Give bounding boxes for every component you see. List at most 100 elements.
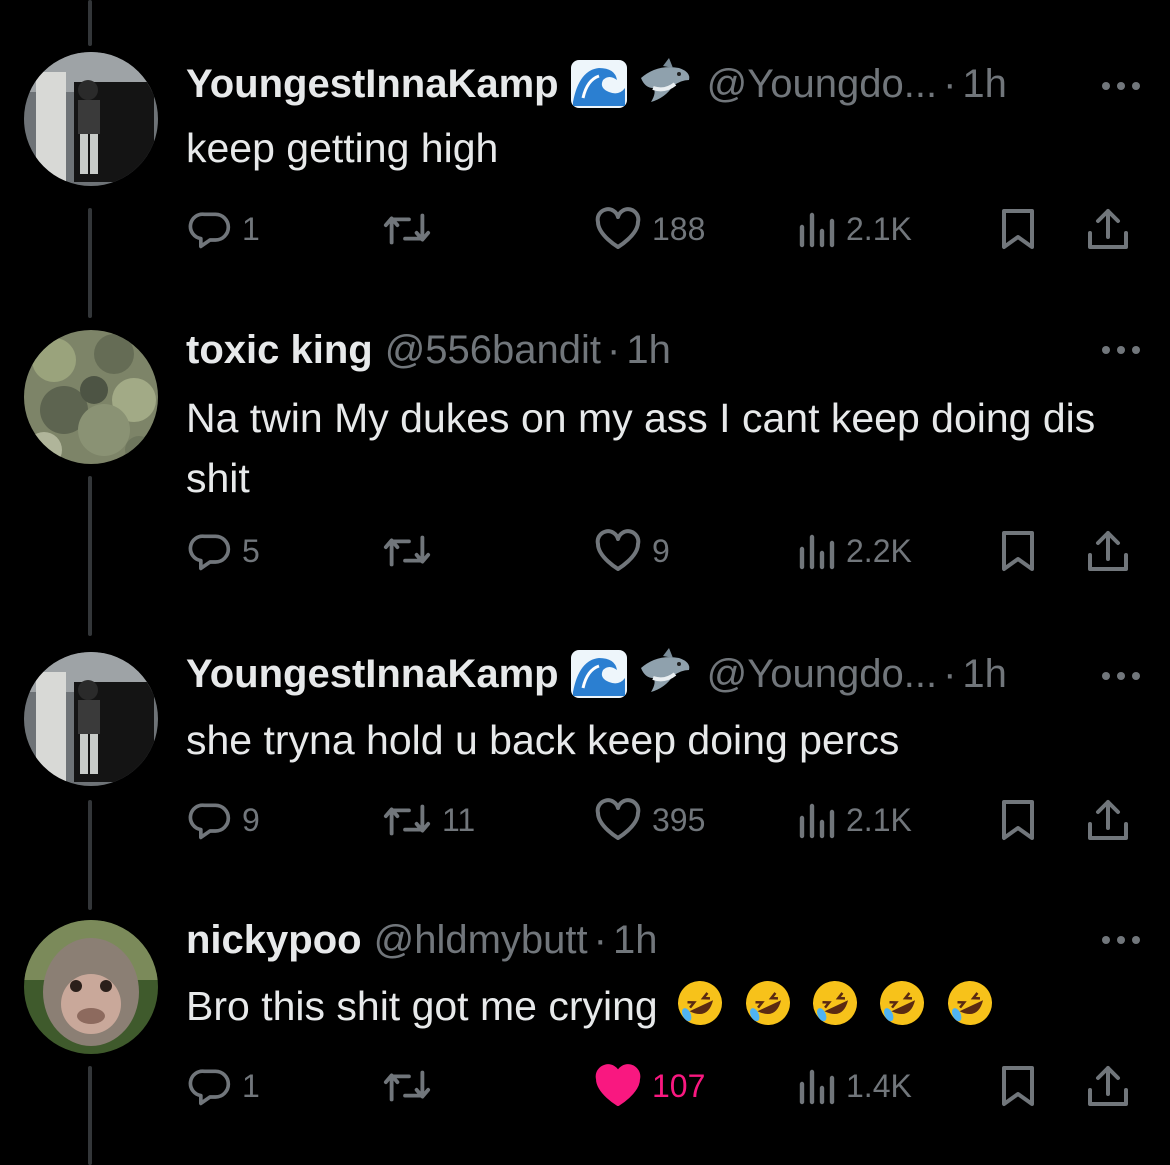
views-icon [799,212,835,248]
share-icon [1088,209,1128,249]
timestamp[interactable]: 1h [962,652,1007,697]
heart-icon [595,1064,641,1106]
thread-line-4 [88,1066,92,1165]
thread-line-3 [88,800,92,910]
bookmark-button[interactable] [998,790,1038,850]
views-button[interactable]: 2.2K [796,521,912,581]
laugh-emojis [669,981,995,1029]
views-count: 2.2K [846,532,912,569]
name-emojis [569,648,695,700]
more-icon[interactable] [1102,66,1140,106]
display-name[interactable]: nickypoo [186,918,362,963]
like-button[interactable]: 9 [594,521,670,581]
thread-line-1 [88,208,92,318]
reply-count: 1 [242,1067,260,1104]
retweet-icon [383,535,431,567]
action-bar: 9 11 395 2.1K [186,790,1146,850]
bookmark-icon [1002,209,1034,249]
bookmark-button[interactable] [998,199,1038,259]
views-icon [799,1069,835,1105]
retweet-button[interactable]: 11 [382,790,475,850]
reply-button[interactable]: 1 [188,199,260,259]
retweet-icon [383,213,431,245]
share-icon [1088,800,1128,840]
shark-emoji [640,648,689,692]
like-count: 188 [652,210,706,247]
tweet-text: keep getting high [186,125,499,171]
bookmark-button[interactable] [998,1056,1038,1116]
views-button[interactable]: 1.4K [796,1056,912,1116]
handle[interactable]: @Youngdo... [707,652,937,697]
separator: · [943,651,957,696]
timestamp[interactable]: 1h [613,918,658,963]
rolling-on-floor-laughing-emoji [745,981,790,1025]
rolling-on-floor-laughing-emoji [678,981,723,1025]
like-button[interactable]: 107 [594,1056,705,1116]
avatar[interactable] [24,330,158,464]
bookmark-button[interactable] [998,521,1038,581]
tweet-text: Bro this shit got me crying [186,983,658,1029]
thread-line-2 [88,476,92,636]
retweet-button[interactable] [382,521,442,581]
reply-button[interactable]: 5 [188,521,260,581]
thread-line-top [88,0,92,46]
more-icon[interactable] [1102,656,1140,696]
retweet-button[interactable] [382,199,442,259]
reply-button[interactable]: 9 [188,790,260,850]
tweet-header: YoungestInnaKamp @Youngdo... · 1h [186,56,1007,112]
share-button[interactable] [1086,199,1130,259]
more-icon[interactable] [1102,920,1140,960]
avatar[interactable] [24,652,158,786]
rolling-on-floor-laughing-emoji [947,981,992,1025]
bookmark-icon [1002,531,1034,571]
separator: · [943,61,957,106]
reply-icon [188,1069,231,1106]
views-icon [799,803,835,839]
reply-count: 1 [242,210,260,247]
handle[interactable]: @556bandit [385,328,601,373]
views-button[interactable]: 2.1K [796,199,912,259]
reply-icon [188,534,231,571]
views-count: 1.4K [846,1067,912,1104]
more-icon[interactable] [1102,330,1140,370]
timestamp[interactable]: 1h [962,62,1007,107]
heart-icon [595,798,641,840]
avatar[interactable] [24,920,158,1054]
like-count: 9 [652,532,670,569]
action-bar: 5 9 2.2K [186,521,1146,581]
handle[interactable]: @hldmybutt [374,918,588,963]
handle[interactable]: @Youngdo... [707,62,937,107]
views-count: 2.1K [846,210,912,247]
like-button[interactable]: 395 [594,790,705,850]
timestamp[interactable]: 1h [626,328,671,373]
share-button[interactable] [1086,521,1130,581]
share-button[interactable] [1086,790,1130,850]
tweet-text: Na twin My dukes on my ass I cant keep d… [186,395,1096,501]
display-name[interactable]: YoungestInnaKamp [186,62,559,107]
reply-button[interactable]: 1 [188,1056,260,1116]
tweet-text: she tryna hold u back keep doing percs [186,717,900,763]
share-button[interactable] [1086,1056,1130,1116]
rolling-on-floor-laughing-emoji [880,981,925,1025]
like-button[interactable]: 188 [594,199,705,259]
wave-emoji [570,60,627,108]
separator: · [607,327,621,372]
like-count: 107 [652,1067,706,1104]
reply-count: 9 [242,801,260,838]
like-count: 395 [652,801,706,838]
retweet-icon [383,1070,431,1102]
tweet-header: toxic king @556bandit · 1h [186,322,671,378]
retweet-button[interactable] [382,1056,442,1116]
tweet-text-container: Bro this shit got me crying [186,976,1136,1036]
display-name[interactable]: YoungestInnaKamp [186,652,559,697]
retweet-icon [383,804,431,836]
action-bar: 1 188 2.1K [186,199,1146,259]
heart-icon [595,207,641,249]
reply-icon [188,803,231,840]
display-name[interactable]: toxic king [186,328,373,373]
avatar[interactable] [24,52,158,186]
retweet-count: 11 [442,801,476,838]
views-button[interactable]: 2.1K [796,790,912,850]
reply-icon [188,212,231,249]
views-icon [799,534,835,570]
